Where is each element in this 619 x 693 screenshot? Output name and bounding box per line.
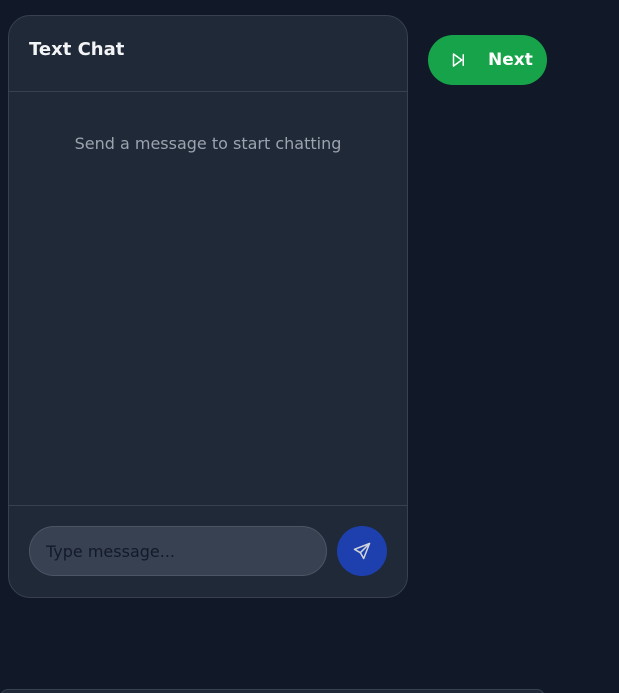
chat-message-area: Send a message to start chatting [9, 93, 407, 505]
skip-forward-icon [452, 53, 464, 67]
send-button[interactable] [337, 526, 387, 576]
message-input[interactable] [29, 526, 327, 576]
send-icon [353, 542, 371, 560]
app-page: Text Chat Send a message to start chatti… [0, 0, 619, 693]
next-button-label: Next [488, 50, 533, 70]
empty-chat-message: Send a message to start chatting [74, 134, 342, 153]
chat-title: Text Chat [29, 39, 125, 60]
text-chat-panel: Text Chat Send a message to start chatti… [8, 15, 408, 598]
next-button[interactable]: Next [428, 35, 547, 85]
chat-header: Text Chat [9, 16, 407, 92]
lower-panel-edge [0, 689, 545, 693]
chat-composer [9, 505, 407, 597]
